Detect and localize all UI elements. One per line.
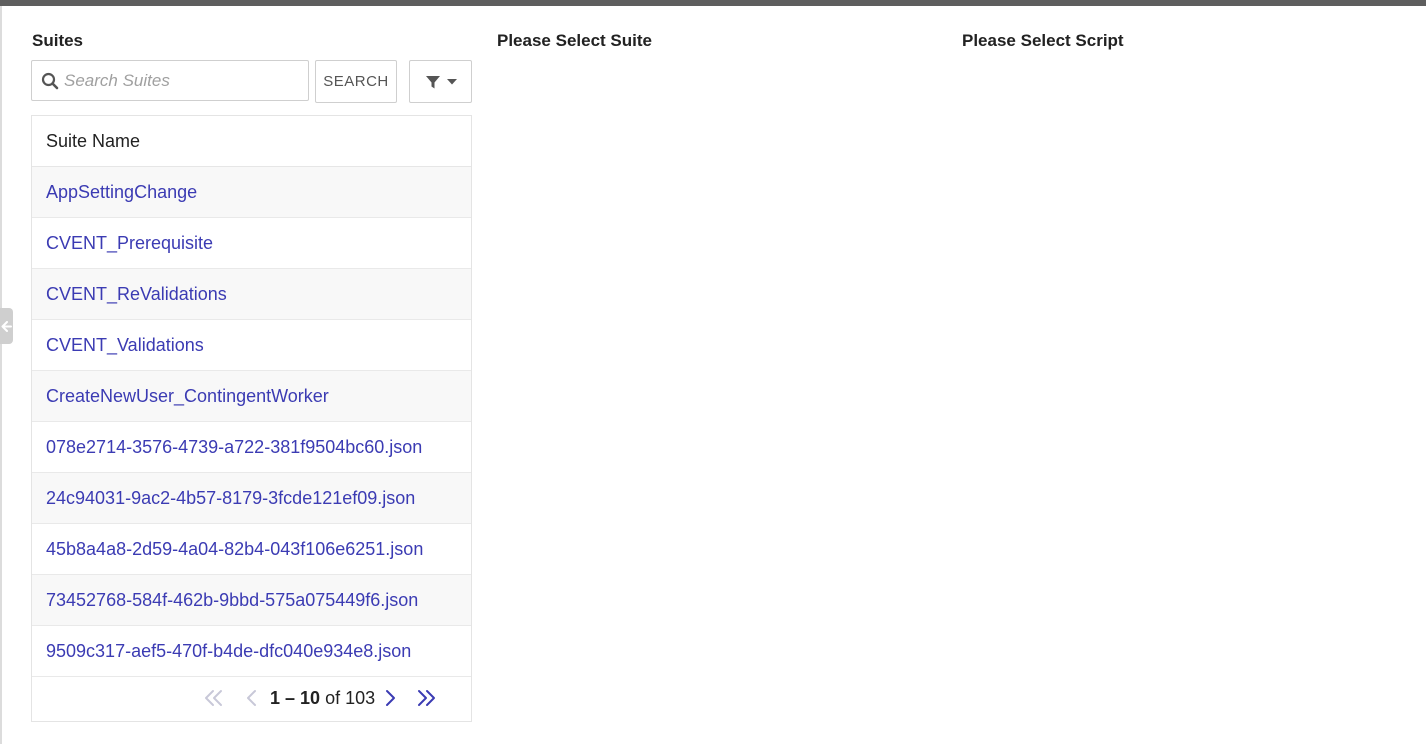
table-row[interactable]: 45b8a4a8-2d59-4a04-82b4-043f106e6251.jso…: [32, 524, 471, 575]
table-row[interactable]: 9509c317-aef5-470f-b4de-dfc040e934e8.jso…: [32, 626, 471, 677]
total-count: 103: [345, 688, 376, 708]
table-row[interactable]: CreateNewUser_ContingentWorker: [32, 371, 471, 422]
first-page-icon: [205, 690, 222, 706]
pagination: 1 – 10 of 103: [32, 675, 471, 721]
first-page-button[interactable]: [202, 687, 226, 709]
suites-heading: Suites: [32, 31, 84, 50]
previous-page-button[interactable]: [240, 687, 264, 709]
table-row[interactable]: 73452768-584f-462b-9bbd-575a075449f6.jso…: [32, 575, 471, 626]
column-header-suite-name[interactable]: Suite Name: [32, 116, 471, 167]
table-row[interactable]: CVENT_Prerequisite: [32, 218, 471, 269]
caret-down-icon: [446, 78, 457, 84]
last-page-button[interactable]: [414, 687, 438, 709]
table-row[interactable]: CVENT_Validations: [32, 320, 471, 371]
next-page-icon: [386, 690, 395, 706]
last-page-icon: [418, 690, 435, 706]
top-bar: [0, 0, 1426, 6]
table-row[interactable]: 078e2714-3576-4739-a722-381f9504bc60.jso…: [32, 422, 471, 473]
next-page-button[interactable]: [378, 687, 402, 709]
collapse-panel-handle[interactable]: [0, 308, 13, 344]
of-label: of: [325, 688, 341, 708]
previous-page-icon: [247, 690, 256, 706]
search-input[interactable]: [64, 61, 304, 100]
left-edge-border: [0, 6, 2, 744]
filter-button[interactable]: [409, 60, 472, 103]
arrow-left-icon: [1, 320, 12, 332]
page-range-text: 1 – 10 of 103: [270, 687, 375, 709]
select-suite-heading: Please Select Suite: [497, 31, 652, 50]
table-row[interactable]: 24c94031-9ac2-4b57-8179-3fcde121ef09.jso…: [32, 473, 471, 524]
page-range: 1 – 10: [270, 688, 321, 708]
suites-table: Suite Name AppSettingChange CVENT_Prereq…: [31, 115, 472, 722]
filter-icon: [425, 75, 440, 88]
table-row[interactable]: AppSettingChange: [32, 167, 471, 218]
select-script-heading: Please Select Script: [962, 31, 1124, 50]
search-box: [31, 60, 309, 101]
table-row[interactable]: CVENT_ReValidations: [32, 269, 471, 320]
search-button[interactable]: SEARCH: [315, 60, 397, 103]
search-icon: [41, 72, 59, 90]
